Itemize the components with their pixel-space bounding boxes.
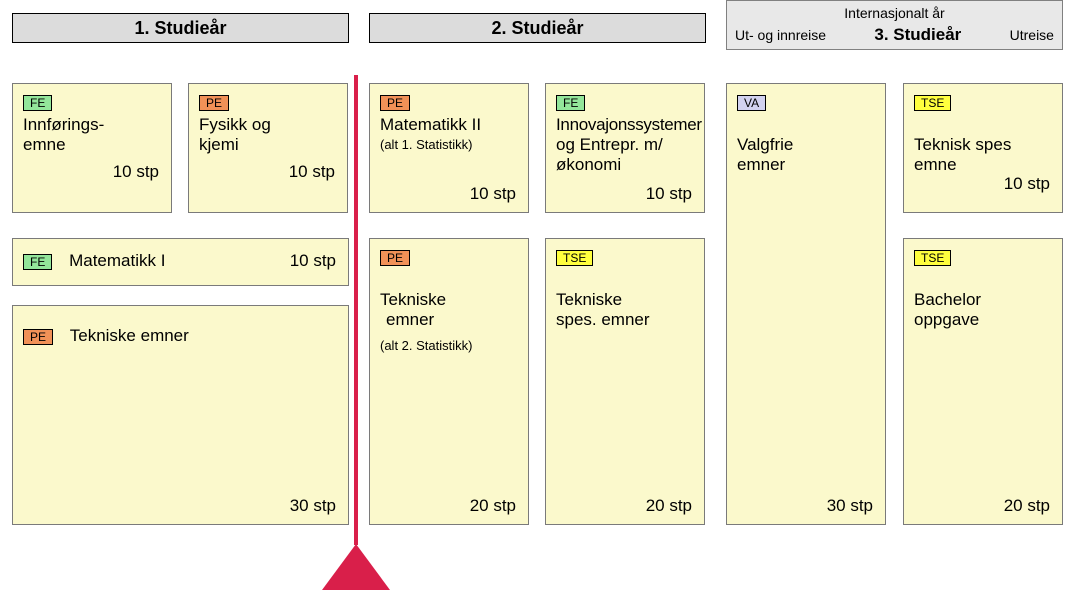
credits: 10 stp <box>290 251 336 271</box>
course-valgfrie: VA Valgfrie emner 30 stp <box>726 83 886 525</box>
year3-top-label: Internasjonalt år <box>735 5 1054 21</box>
tag-va: VA <box>737 95 766 111</box>
tag-fe: FE <box>556 95 585 111</box>
credits: 30 stp <box>827 496 873 516</box>
course-title2: emner <box>737 155 785 174</box>
course-bachelor: TSE Bachelor oppgave 20 stp <box>903 238 1063 525</box>
course-title2: kjemi <box>199 135 239 154</box>
course-tekniske-spes: TSE Tekniske spes. emner 20 stp <box>545 238 705 525</box>
course-note: (alt 2. Statistikk) <box>380 338 518 353</box>
credits: 20 stp <box>470 496 516 516</box>
course-title: Fysikk og <box>199 115 271 134</box>
tag-tse: TSE <box>556 250 593 266</box>
course-title: Valgfrie <box>737 135 793 154</box>
tag-pe: PE <box>380 250 410 266</box>
year1-header: 1. Studieår <box>12 13 349 43</box>
credits: 10 stp <box>646 184 692 204</box>
course-title2: oppgave <box>914 310 979 329</box>
tag-pe: PE <box>380 95 410 111</box>
course-title: Tekniske <box>380 290 446 309</box>
study-plan-diagram: 1. Studieår 2. Studieår Internasjonalt å… <box>0 0 1080 599</box>
credits: 10 stp <box>289 162 335 182</box>
course-title2: spes. emner <box>556 310 650 329</box>
course-title: Bachelor <box>914 290 981 309</box>
course-title2: emne <box>23 135 66 154</box>
year3-left-label: Ut- og innreise <box>735 27 826 43</box>
course-fysikk-kjemi: PE Fysikk og kjemi 10 stp <box>188 83 348 213</box>
course-title2: emner <box>386 310 434 329</box>
year3-header: Internasjonalt år Ut- og innreise 3. Stu… <box>726 0 1063 50</box>
year1-label: 1. Studieår <box>134 18 226 38</box>
credits: 10 stp <box>1004 174 1050 194</box>
course-note: (alt 1. Statistikk) <box>380 137 518 152</box>
course-title2: emne <box>914 155 957 174</box>
course-title3: økonomi <box>556 155 621 174</box>
credits: 10 stp <box>470 184 516 204</box>
course-tekniske-emner-y1: PE Tekniske emner 30 stp <box>12 305 349 525</box>
course-matematikk1: FE Matematikk I 10 stp <box>12 238 349 286</box>
year3-mid-label: 3. Studieår <box>874 25 961 45</box>
course-teknisk-spes-emne: TSE Teknisk spes emne 10 stp <box>903 83 1063 213</box>
year2-label: 2. Studieår <box>491 18 583 38</box>
tag-tse: TSE <box>914 250 951 266</box>
course-title: Innovajonssystemer <box>556 115 702 134</box>
year-divider-marker-icon <box>322 544 390 590</box>
course-title: Matematikk II <box>380 115 481 134</box>
course-innovasjon: FE Innovajonssystemer og Entrepr. m/ øko… <box>545 83 705 213</box>
tag-tse: TSE <box>914 95 951 111</box>
course-title: Tekniske <box>556 290 622 309</box>
credits: 20 stp <box>1004 496 1050 516</box>
year-divider-line <box>354 75 358 545</box>
tag-pe: PE <box>23 329 53 345</box>
tag-fe: FE <box>23 95 52 111</box>
course-innforingsemne: FE Innførings- emne 10 stp <box>12 83 172 213</box>
course-title2: og Entrepr. m/ <box>556 135 663 154</box>
course-title: Matematikk I <box>69 251 165 270</box>
tag-pe: PE <box>199 95 229 111</box>
tag-fe: FE <box>23 254 52 270</box>
course-title: Tekniske emner <box>70 326 189 345</box>
credits: 10 stp <box>113 162 159 182</box>
credits: 20 stp <box>646 496 692 516</box>
course-title: Innførings- <box>23 115 104 134</box>
course-tekniske-emner-y2: PE Tekniske emner (alt 2. Statistikk) 20… <box>369 238 529 525</box>
year3-right-label: Utreise <box>1010 27 1054 43</box>
credits: 30 stp <box>290 496 336 516</box>
course-matematikk2: PE Matematikk II (alt 1. Statistikk) 10 … <box>369 83 529 213</box>
year2-header: 2. Studieår <box>369 13 706 43</box>
course-title: Teknisk spes <box>914 135 1011 154</box>
